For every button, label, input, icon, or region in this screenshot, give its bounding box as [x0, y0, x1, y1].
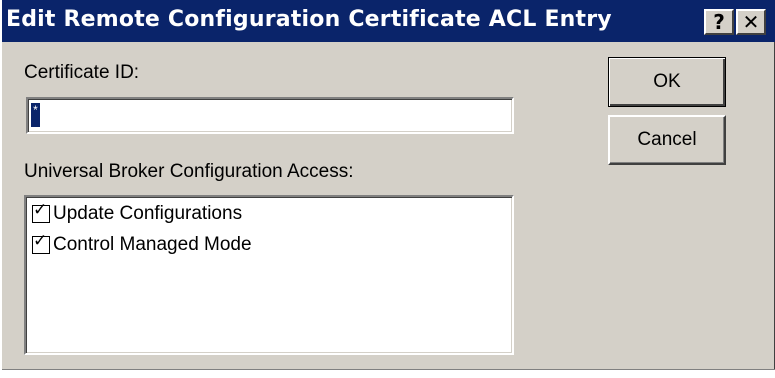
- checkmark-icon: ✓: [33, 200, 48, 220]
- cancel-button[interactable]: Cancel: [608, 115, 726, 165]
- update-configurations-checkbox[interactable]: ✓: [32, 200, 50, 223]
- text-caret: *: [31, 103, 40, 127]
- access-listbox[interactable]: ✓ Update Configurations ✓ Control Manage…: [24, 195, 514, 355]
- certificate-id-label: Certificate ID:: [24, 62, 140, 83]
- window-title: Edit Remote Configuration Certificate AC…: [6, 7, 612, 32]
- ok-button[interactable]: OK: [608, 57, 726, 107]
- dialog-window: Edit Remote Configuration Certificate AC…: [0, 0, 775, 378]
- help-icon: ?: [713, 10, 725, 34]
- certificate-id-field[interactable]: [26, 97, 514, 134]
- list-item-update-configurations[interactable]: ✓ Update Configurations: [32, 201, 242, 227]
- list-item-label: Control Managed Mode: [53, 234, 252, 255]
- close-icon: ✕: [742, 10, 760, 34]
- checkmark-icon: ✓: [33, 231, 48, 251]
- title-bar[interactable]: Edit Remote Configuration Certificate AC…: [2, 0, 775, 42]
- list-item-control-managed-mode[interactable]: ✓ Control Managed Mode: [32, 232, 252, 258]
- list-item-label: Update Configurations: [53, 203, 243, 224]
- control-managed-mode-checkbox[interactable]: ✓: [32, 231, 50, 254]
- access-label: Universal Broker Configuration Access:: [24, 161, 354, 182]
- help-button[interactable]: ?: [704, 9, 734, 35]
- close-button[interactable]: ✕: [736, 9, 766, 35]
